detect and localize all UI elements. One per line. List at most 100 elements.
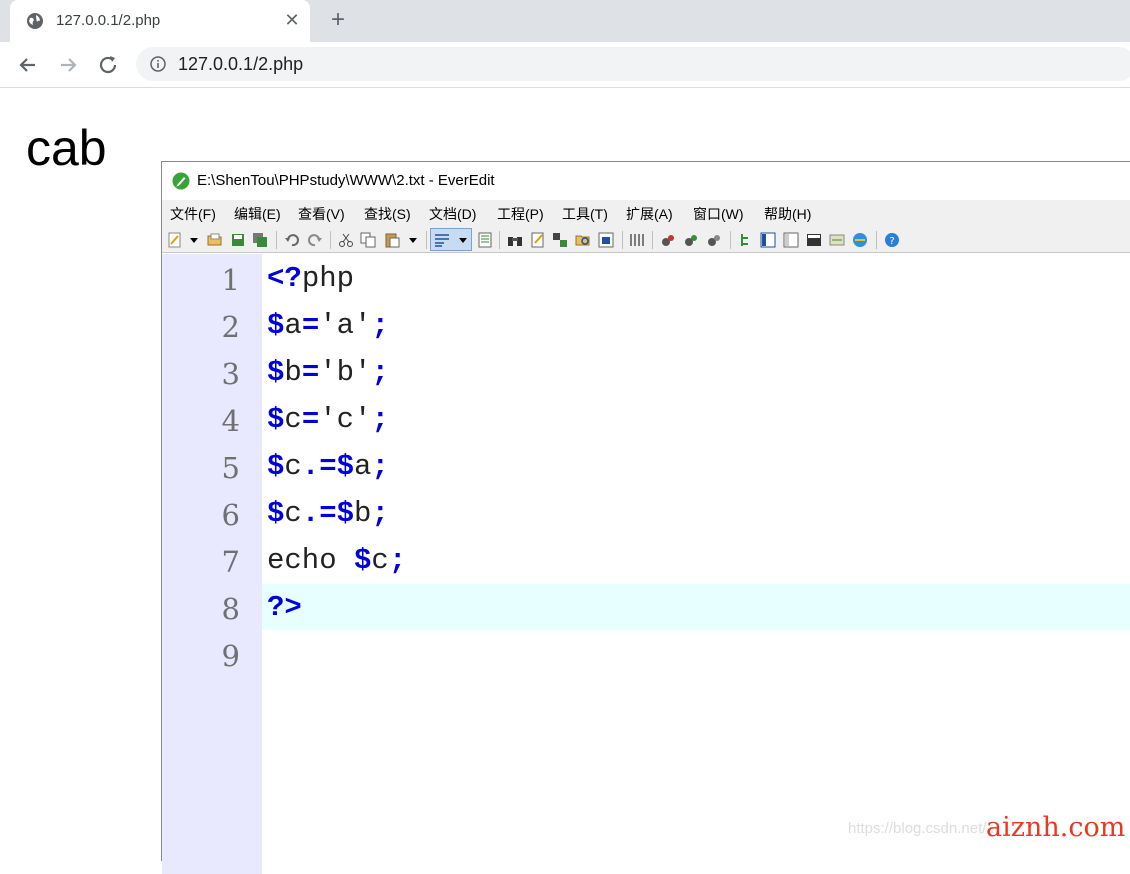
menu-edit[interactable]: 编辑(E) <box>234 204 281 224</box>
url-text: 127.0.0.1/2.php <box>178 54 304 74</box>
redo-icon[interactable] <box>307 232 323 248</box>
replace-icon[interactable] <box>552 232 568 248</box>
code-keyword-token: = <box>301 403 320 436</box>
code-text-token: a <box>284 309 302 342</box>
code-keyword-token: $ <box>267 497 285 530</box>
code-text-token: 'c' <box>319 403 372 436</box>
left-panel-icon[interactable] <box>760 232 776 248</box>
code-text-token: c <box>284 497 302 530</box>
tree-view-icon[interactable] <box>738 232 754 248</box>
paste-icon[interactable] <box>384 232 400 248</box>
code-keyword-token: ; <box>371 450 389 483</box>
code-keyword-token: ; <box>388 544 407 577</box>
macro-manage-icon[interactable] <box>706 232 722 248</box>
code-text-token: php <box>301 262 355 295</box>
code-line: echo $c; <box>267 544 406 577</box>
menu-view[interactable]: 查看(V) <box>298 204 345 224</box>
replace-in-files-icon[interactable] <box>598 232 614 248</box>
dropdown-arrow-icon[interactable] <box>186 232 202 248</box>
code-keyword-token: ; <box>371 403 389 436</box>
code-keyword-token: .=$ <box>301 450 355 483</box>
code-editor-area[interactable]: <?php $a='a'; $b='b'; $c='c'; $c.=$a; $c… <box>262 254 1130 874</box>
code-keyword-token: ; <box>371 309 389 342</box>
line-number: 1 <box>221 263 240 297</box>
toolbar-separator <box>622 231 623 249</box>
menu-extensions[interactable]: 扩展(A) <box>626 204 673 224</box>
code-keyword-token: = <box>301 356 320 389</box>
macro-play-icon[interactable] <box>683 232 699 248</box>
find-binoculars-icon[interactable] <box>507 232 523 248</box>
dropdown-arrow-icon[interactable] <box>455 232 471 248</box>
find-in-file-icon[interactable] <box>530 232 546 248</box>
code-line: <?php <box>267 262 354 295</box>
tab-title: 127.0.0.1/2.php <box>56 12 161 29</box>
toolbar-separator <box>276 231 277 249</box>
toolbar-separator <box>426 231 427 249</box>
save-file-icon[interactable] <box>230 232 246 248</box>
browser-toolbar: 127.0.0.1/2.php <box>0 42 1130 88</box>
line-number: 2 <box>221 310 240 344</box>
toolbar-separator <box>499 231 500 249</box>
line-number: 6 <box>221 498 240 532</box>
word-wrap-icon <box>435 234 449 247</box>
menu-document[interactable]: 文档(D) <box>429 204 476 224</box>
address-bar[interactable]: 127.0.0.1/2.php <box>136 47 1130 81</box>
code-keyword-token: $ <box>267 403 285 436</box>
forward-arrow-icon[interactable] <box>55 52 81 78</box>
line-number: 9 <box>221 639 240 673</box>
menu-project[interactable]: 工程(P) <box>497 204 544 224</box>
find-in-files-icon[interactable] <box>575 232 591 248</box>
code-keyword-token: <? <box>267 262 302 295</box>
open-file-icon[interactable] <box>207 232 223 248</box>
document-list-icon[interactable] <box>477 232 493 248</box>
code-text-token: b <box>284 356 302 389</box>
code-keyword-token: $ <box>267 356 285 389</box>
macro-record-icon[interactable] <box>660 232 676 248</box>
code-line: $a='a'; <box>267 309 389 342</box>
code-line: $c='c'; <box>267 403 389 436</box>
globe-icon <box>27 13 43 29</box>
menu-help[interactable]: 帮助(H) <box>764 204 811 224</box>
browser-preview-icon[interactable] <box>852 232 868 248</box>
info-icon[interactable] <box>150 56 166 72</box>
back-arrow-icon[interactable] <box>15 52 41 78</box>
menu-search[interactable]: 查找(S) <box>364 204 411 224</box>
line-number: 4 <box>221 404 240 438</box>
toolbar-separator <box>330 231 331 249</box>
menu-window[interactable]: 窗口(W) <box>693 204 744 224</box>
copy-icon[interactable] <box>360 232 376 248</box>
code-text-token: c <box>284 450 302 483</box>
code-keyword-token: $ <box>354 544 372 577</box>
help-icon[interactable]: ? <box>884 232 900 248</box>
current-line-highlight <box>262 584 1130 630</box>
hex-view-icon[interactable] <box>829 232 845 248</box>
line-number: 8 <box>221 592 240 626</box>
code-text-token: echo <box>267 544 355 577</box>
browser-tab[interactable]: 127.0.0.1/2.php ✕ <box>10 0 310 42</box>
editor-title: E:\ShenTou\PHPstudy\WWW\2.txt - EverEdit <box>197 172 495 189</box>
svg-text:?: ? <box>889 236 894 247</box>
code-text-token: a <box>354 450 372 483</box>
toolbar-separator <box>652 231 653 249</box>
code-line: ?> <box>267 591 302 624</box>
right-panel-icon[interactable] <box>783 232 799 248</box>
reload-icon[interactable] <box>95 52 121 78</box>
code-line: $b='b'; <box>267 356 389 389</box>
toolbar-separator <box>876 231 877 249</box>
save-all-icon[interactable] <box>252 232 268 248</box>
dropdown-arrow-icon[interactable] <box>405 232 421 248</box>
output-panel-icon[interactable] <box>806 232 822 248</box>
column-mode-icon[interactable] <box>629 232 645 248</box>
code-keyword-token: $ <box>267 450 285 483</box>
code-text-token: c <box>371 544 389 577</box>
undo-icon[interactable] <box>284 232 300 248</box>
line-number: 3 <box>221 357 240 391</box>
menu-tools[interactable]: 工具(T) <box>562 204 608 224</box>
cut-icon[interactable] <box>338 232 354 248</box>
new-tab-button[interactable]: + <box>326 8 350 32</box>
code-text-token: 'a' <box>319 309 372 342</box>
code-keyword-token: .=$ <box>301 497 355 530</box>
new-file-icon[interactable] <box>167 232 183 248</box>
menu-file[interactable]: 文件(F) <box>170 204 216 224</box>
close-tab-icon[interactable]: ✕ <box>282 10 302 30</box>
